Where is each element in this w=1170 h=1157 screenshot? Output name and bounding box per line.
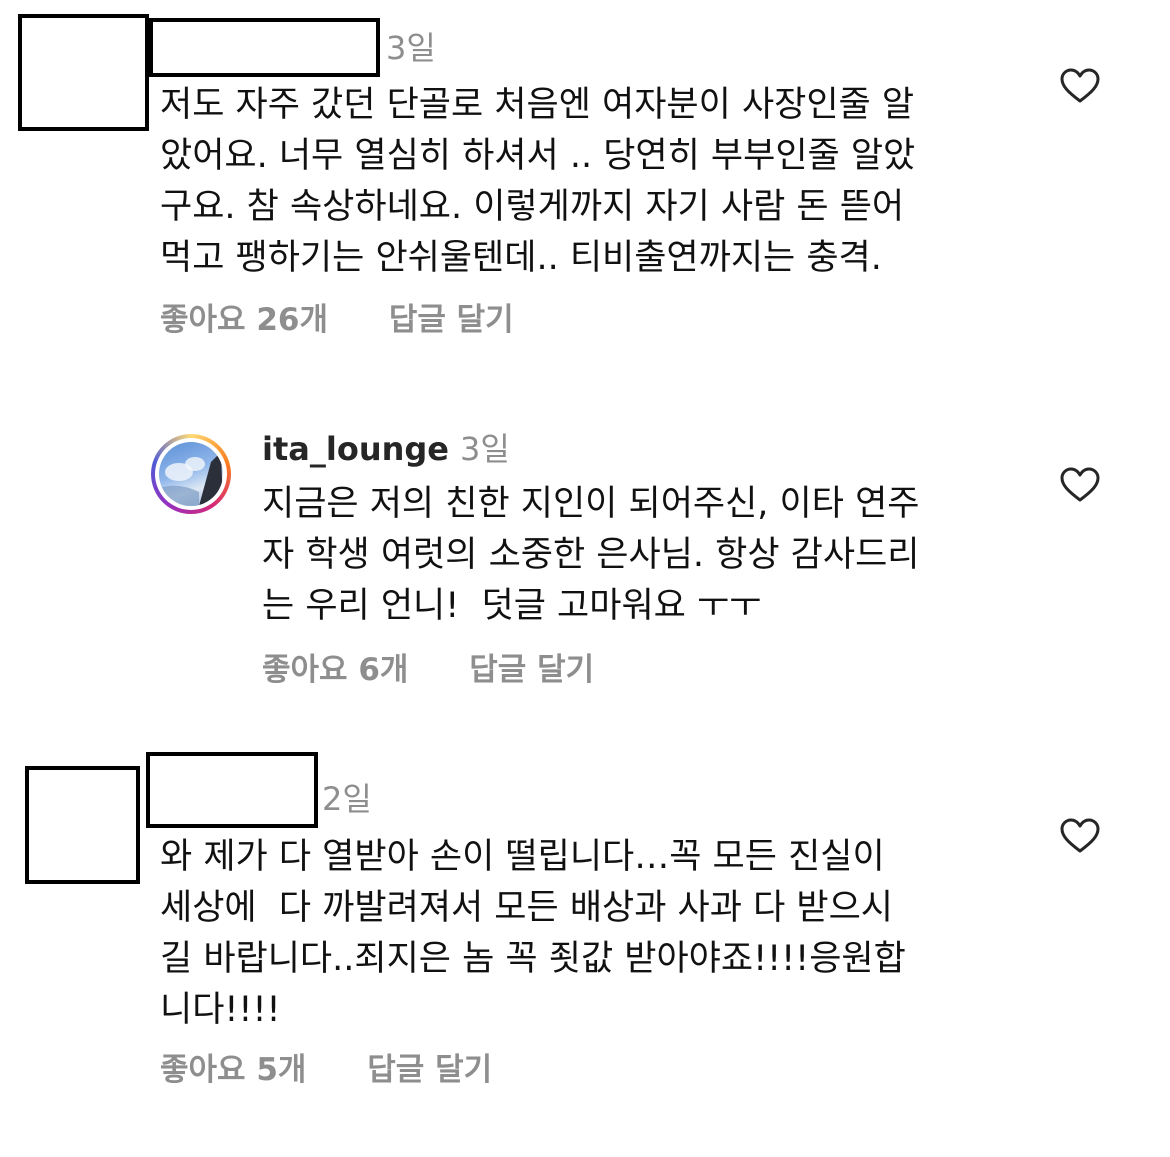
avatar-ring-gap	[155, 438, 227, 510]
comment-text: 저도 자주 갔던 단골로 처음엔 여자분이 사장인줄 알 았어요. 너무 열심히…	[160, 85, 916, 278]
comment-time: 3일	[386, 29, 436, 67]
heart-outline-icon[interactable]	[1060, 818, 1100, 854]
heart-outline-icon[interactable]	[1060, 68, 1100, 104]
avatar-image	[159, 442, 223, 506]
avatar-redacted[interactable]	[18, 14, 149, 131]
comment-meta: 좋아요 5개 답글 달기	[160, 1055, 492, 1086]
username-redacted[interactable]	[149, 18, 380, 77]
reply-button[interactable]: 답글 달기	[367, 1055, 492, 1086]
sky-photo	[159, 452, 223, 506]
reply-button[interactable]: 답글 달기	[469, 655, 594, 686]
reply-button[interactable]: 답글 달기	[389, 305, 514, 336]
comment-meta: 좋아요 26개 답글 달기	[160, 305, 514, 336]
comment-text: 지금은 저의 친한 지인이 되어주신, 이타 연주 자 학생 여럿의 소중한 은…	[262, 484, 920, 626]
likes-count[interactable]: 좋아요 6개	[262, 655, 408, 686]
comment-text: 와 제가 다 열받아 손이 떨립니다…꼭 모든 진실이 세상에 다 까발려져서 …	[160, 837, 906, 1030]
comment-meta: 좋아요 6개 답글 달기	[262, 655, 594, 686]
likes-count[interactable]: 좋아요 26개	[160, 305, 328, 336]
likes-count[interactable]: 좋아요 5개	[160, 1055, 306, 1086]
avatar[interactable]	[151, 434, 231, 514]
comment-time: 3일	[460, 430, 510, 468]
heart-outline-icon[interactable]	[1060, 467, 1100, 503]
comment-username[interactable]: ita_lounge	[262, 433, 449, 465]
avatar-redacted[interactable]	[25, 766, 140, 884]
username-redacted[interactable]	[146, 752, 318, 828]
comment-time: 2일	[322, 780, 372, 818]
